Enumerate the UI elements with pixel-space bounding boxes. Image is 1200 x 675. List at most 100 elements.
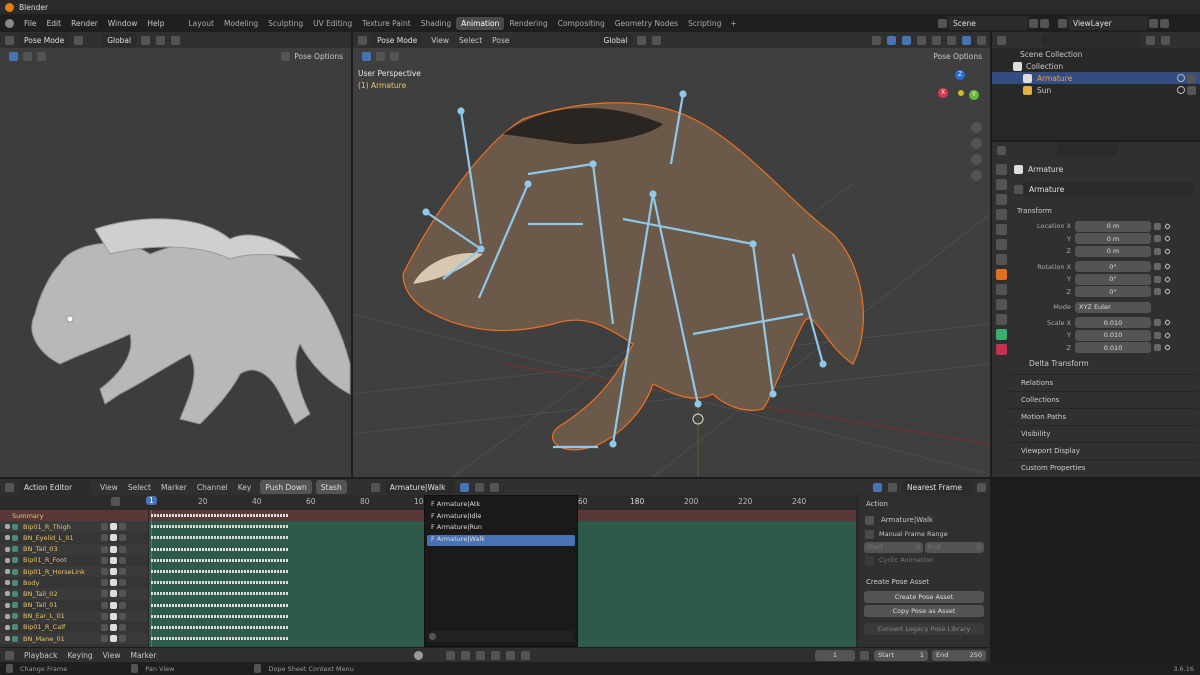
convert-legacy-button[interactable]: Convert Legacy Pose Library [864, 623, 984, 635]
main-viewport[interactable]: Pose Mode View Select Pose Global Pose Opt… [353, 32, 990, 477]
keyframe-strip[interactable] [151, 581, 289, 585]
summary-keyframe-strip[interactable] [151, 514, 289, 517]
panel-collections[interactable]: Collections [1009, 391, 1197, 408]
panel-custom-properties[interactable]: Custom Properties [1009, 459, 1197, 476]
delta-transform-subpanel[interactable]: Delta Transform [1009, 356, 1197, 370]
object-name-field[interactable]: Armature [1024, 182, 1193, 196]
pan-hand-icon[interactable] [971, 138, 982, 149]
pose-options-button[interactable]: Pose Options [294, 52, 343, 61]
gizmo-y-axis[interactable]: Y [969, 90, 979, 100]
snap-icon[interactable] [652, 35, 662, 45]
workspace-tab-texture-paint[interactable]: Texture Paint [357, 17, 415, 30]
channel-row[interactable]: BN_Tail_03 [0, 543, 148, 555]
mute-checkbox[interactable] [110, 612, 117, 620]
lock-icon[interactable] [1154, 263, 1161, 271]
keyframe-strip[interactable] [151, 614, 289, 618]
rotation-y-field[interactable]: 0° [1075, 273, 1151, 285]
workspace-tab-modeling[interactable]: Modeling [219, 17, 263, 30]
workspace-tab-uv-editing[interactable]: UV Editing [308, 17, 357, 30]
viewport-menu-select[interactable]: Select [454, 36, 487, 45]
mute-checkbox[interactable] [110, 623, 117, 631]
overlay-toggle-icon[interactable] [902, 35, 911, 45]
lock-icon[interactable] [119, 545, 126, 553]
lock-icon[interactable] [119, 534, 126, 542]
timeline-menu-view[interactable]: View [98, 651, 126, 660]
keyframe-strip[interactable] [151, 525, 289, 529]
stash-button[interactable]: Stash [315, 480, 347, 494]
mode-selector[interactable]: Pose Mode [372, 33, 423, 47]
physics-tab-icon[interactable] [996, 299, 1007, 310]
keyframe-dot-icon[interactable] [1163, 222, 1172, 230]
mode-selector[interactable]: Pose Mode [19, 33, 70, 47]
mute-checkbox[interactable] [110, 545, 117, 553]
lock-icon[interactable] [1154, 319, 1161, 327]
visibility-icon[interactable] [872, 35, 881, 45]
camera-render-icon[interactable] [1187, 73, 1196, 83]
lock-icon[interactable] [1154, 247, 1161, 255]
modifier-wrench-icon[interactable] [101, 556, 108, 564]
keyframe-dot-icon[interactable] [1163, 275, 1172, 283]
menu-edit[interactable]: Edit [42, 19, 67, 28]
dopesheet-menu-marker[interactable]: Marker [156, 483, 192, 492]
action-browse-icon[interactable] [370, 482, 380, 492]
editor-type-icon[interactable] [997, 35, 1006, 45]
left-viewport[interactable]: Pose Mode Global Pose Options [0, 32, 351, 477]
lock-icon[interactable] [1154, 288, 1161, 296]
duplicate-action-icon[interactable] [474, 482, 484, 492]
new-scene-icon[interactable] [1029, 18, 1038, 28]
view-layer-icon[interactable] [1058, 18, 1067, 28]
keyframe-dot-icon[interactable] [1163, 247, 1172, 255]
keyframe-dot-icon[interactable] [1163, 319, 1172, 327]
lock-icon[interactable] [119, 623, 126, 631]
expand-arrow-icon[interactable] [5, 624, 10, 630]
channel-row[interactable]: Bip01_R_HorseLink [0, 565, 148, 578]
action-name-field[interactable]: Armature|Walk [384, 480, 455, 494]
action-panel-header[interactable]: Action [858, 495, 990, 511]
scale-z-field[interactable]: 0.010 [1075, 342, 1151, 354]
lock-icon[interactable] [119, 590, 126, 598]
panel-visibility[interactable]: Visibility [1009, 425, 1197, 442]
blender-menu-icon[interactable] [5, 18, 14, 28]
menu-help[interactable]: Help [142, 19, 169, 28]
menu-window[interactable]: Window [103, 19, 143, 28]
summary-row[interactable]: Summary [0, 510, 148, 522]
timeline-menu-keying[interactable]: Keying [62, 651, 97, 660]
lock-icon[interactable] [1154, 344, 1161, 352]
expand-arrow-icon[interactable] [5, 535, 10, 541]
jump-end-icon[interactable] [521, 650, 530, 660]
keyframe-strip[interactable] [151, 637, 289, 641]
outliner-search-input[interactable] [1041, 33, 1141, 47]
expand-arrow-icon[interactable] [5, 557, 10, 563]
camera-render-icon[interactable] [1187, 85, 1196, 95]
workspace-tab-rendering[interactable]: Rendering [504, 17, 552, 30]
dopesheet-menu-channel[interactable]: Channel [192, 483, 233, 492]
panel-viewport-display[interactable]: Viewport Display [1009, 442, 1197, 459]
workspace-tab-geometry-nodes[interactable]: Geometry Nodes [610, 17, 683, 30]
pose-asset-panel-header[interactable]: Create Pose Asset [858, 573, 990, 589]
transform-panel-header[interactable]: Transform [1009, 202, 1197, 218]
channel-row[interactable]: BN_Tail_01 [0, 599, 148, 611]
expand-arrow-icon[interactable] [5, 546, 10, 552]
mute-checkbox[interactable] [110, 590, 117, 598]
rotation-z-field[interactable]: 0° [1075, 286, 1151, 298]
viewport-menu-pose[interactable]: Pose [487, 36, 514, 45]
dopesheet-menu-key[interactable]: Key [233, 483, 257, 492]
select-box-icon[interactable] [362, 51, 371, 61]
preview-range-icon[interactable] [860, 650, 869, 660]
select-mode-icon[interactable] [376, 51, 385, 61]
shading-solid-icon[interactable] [947, 35, 956, 45]
record-icon[interactable] [414, 650, 423, 660]
keyframe-strip[interactable] [151, 547, 289, 551]
workspace-tab-scripting[interactable]: Scripting [683, 17, 726, 30]
action-option[interactable]: F Armature|Idle [427, 512, 575, 524]
channel-row[interactable]: BN_Tail_02 [0, 588, 148, 600]
collection-tab-icon[interactable] [996, 254, 1007, 265]
keyframe-dot-icon[interactable] [1163, 263, 1172, 271]
tool-tab-icon[interactable] [996, 164, 1007, 175]
lock-icon[interactable] [119, 579, 126, 587]
keyframe-strip[interactable] [151, 626, 289, 629]
lock-icon[interactable] [119, 612, 126, 620]
keyframe-dot-icon[interactable] [1163, 288, 1172, 296]
camera-icon[interactable] [971, 154, 982, 165]
location-z-field[interactable]: 0 m [1075, 245, 1151, 257]
